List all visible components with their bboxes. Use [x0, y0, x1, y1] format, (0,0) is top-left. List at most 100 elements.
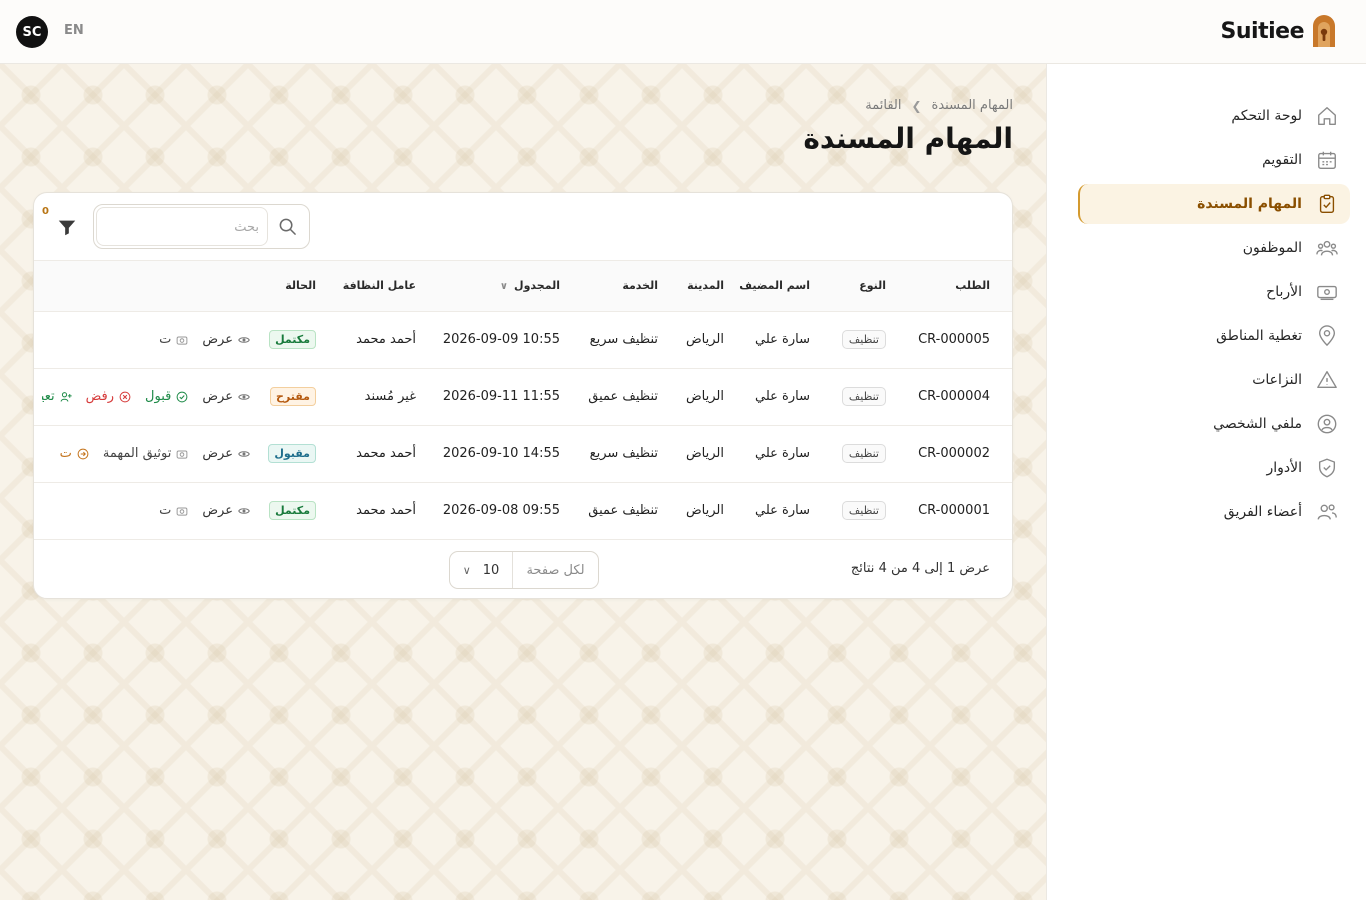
col-cleaner[interactable]: عامل النظافة — [324, 261, 424, 312]
table-header-row: الطلب النوع اسم المضيف المدينة الخدمة ال… — [34, 261, 1012, 312]
sidebar-item-label: النزاعات — [1252, 372, 1302, 388]
cleaner-unassigned: غير مُسند — [324, 368, 424, 426]
next-step-button[interactable]: ت — [60, 446, 89, 461]
row-actions: عرض توثيق المهمة ت — [42, 446, 250, 461]
search-field-frame — [96, 207, 268, 246]
eye-icon — [238, 393, 250, 400]
filter-icon[interactable] — [56, 215, 78, 239]
guest-name: سارة علي — [732, 311, 818, 369]
scheduled-datetime: 2026-09-09 10:55 — [442, 332, 560, 347]
sidebar-item-label: الموظفون — [1242, 240, 1302, 256]
document-task-button[interactable]: توثيق المهمة — [103, 446, 188, 461]
request-id[interactable]: CR-000004 — [918, 389, 990, 404]
per-page-control: لكل صفحة 10 ∨ — [449, 551, 599, 589]
table-row: CR-000001 تنظيف سارة علي الرياض تنظيف عم… — [34, 482, 1012, 540]
col-service[interactable]: الخدمة — [568, 261, 666, 312]
shield-check-icon — [1318, 458, 1336, 478]
team-icon — [1317, 504, 1337, 520]
home-icon — [1318, 107, 1336, 125]
col-type[interactable]: النوع — [818, 261, 894, 312]
sidebar-item-dashboard[interactable]: لوحة التحكم — [1078, 96, 1350, 136]
sort-desc-icon[interactable]: ∨ — [500, 281, 508, 292]
request-id[interactable]: CR-000005 — [918, 332, 990, 347]
eye-icon — [238, 507, 250, 514]
eye-icon — [238, 336, 250, 343]
user-circle-icon — [1317, 414, 1337, 434]
request-id[interactable]: CR-000002 — [918, 446, 990, 461]
city: الرياض — [666, 482, 732, 540]
sidebar-item-roles[interactable]: الأدوار — [1078, 448, 1350, 488]
col-scheduled[interactable]: المجدول ∨ — [424, 261, 568, 312]
document-task-label: توثيق المهمة — [102, 446, 172, 461]
type-chip: تنظيف — [841, 387, 886, 406]
sidebar-item-calendar[interactable]: التقويم — [1078, 140, 1350, 180]
search-icon[interactable] — [278, 217, 297, 236]
extra-action-label: ت — [59, 446, 72, 461]
page-title: المهام المسندة — [803, 122, 1013, 155]
view-button[interactable]: عرض — [202, 446, 250, 461]
banknote-icon — [1317, 285, 1337, 301]
guest-name: سارة علي — [732, 425, 818, 483]
accept-button[interactable]: قبول — [145, 389, 188, 404]
reject-button[interactable]: رفض — [86, 389, 131, 404]
extra-action-label: ت — [159, 503, 172, 518]
x-circle-icon — [119, 391, 131, 402]
cleaner-name: أحمد محمد — [324, 482, 424, 540]
search-box — [93, 204, 310, 249]
status-badge: مكتمل — [269, 501, 316, 520]
view-button[interactable]: عرض — [202, 332, 250, 347]
cleaner-name: أحمد محمد — [324, 425, 424, 483]
guest-name: سارة علي — [732, 482, 818, 540]
sidebar: لوحة التحكم التقويم المهام المسندة الموظ… — [1048, 64, 1366, 900]
sidebar-item-employees[interactable]: الموظفون — [1078, 228, 1350, 268]
table-row: CR-000005 تنظيف سارة علي الرياض تنظيف سر… — [34, 311, 1012, 369]
per-page-select[interactable]: 10 ∨ — [450, 552, 512, 588]
map-pin-icon — [1318, 325, 1336, 347]
col-request[interactable]: الطلب — [894, 261, 1012, 312]
scheduled-datetime: 2026-09-08 09:55 — [442, 503, 560, 518]
language-switch[interactable]: EN — [64, 23, 84, 38]
sidebar-item-team-members[interactable]: أعضاء الفريق — [1078, 492, 1350, 532]
col-status[interactable]: الحالة — [258, 261, 324, 312]
sidebar-item-earnings[interactable]: الأرباح — [1078, 272, 1350, 312]
col-guest-name[interactable]: اسم المضيف — [732, 261, 818, 312]
view-button[interactable]: عرض — [202, 389, 250, 404]
brand-name: Suitiee — [1220, 18, 1305, 44]
col-city[interactable]: المدينة — [666, 261, 732, 312]
sidebar-item-area-coverage[interactable]: تغطية المناطق — [1078, 316, 1350, 356]
table-toolbar: 0 — [34, 193, 1012, 261]
request-id[interactable]: CR-000001 — [918, 503, 990, 518]
city: الرياض — [666, 311, 732, 369]
city: الرياض — [666, 425, 732, 483]
view-button[interactable]: عرض — [202, 503, 250, 518]
per-page-label: لكل صفحة — [512, 552, 598, 588]
sidebar-item-label: التقويم — [1262, 152, 1302, 168]
scheduled-datetime: 2026-09-11 11:55 — [442, 389, 560, 404]
sidebar-item-disputes[interactable]: النزاعات — [1078, 360, 1350, 400]
user-avatar[interactable]: SC — [16, 16, 48, 48]
assign-button[interactable]: تعيين — [42, 389, 72, 404]
sidebar-item-label: المهام المسندة — [1197, 196, 1302, 212]
sidebar-item-label: لوحة التحكم — [1231, 108, 1302, 124]
search-input[interactable] — [103, 214, 259, 240]
camera-icon — [176, 507, 188, 516]
status-badge: مكتمل — [269, 330, 316, 349]
status-badge: مقترح — [270, 387, 316, 406]
user-plus-icon — [60, 391, 72, 402]
breadcrumb-parent[interactable]: المهام المسندة — [932, 98, 1013, 113]
chevron-left-icon: ❯ — [911, 98, 922, 113]
service: تنظيف عميق — [568, 482, 666, 540]
cleaner-name: أحمد محمد — [324, 311, 424, 369]
document-button[interactable]: ت — [159, 332, 188, 347]
alert-triangle-icon — [1317, 371, 1337, 389]
sidebar-item-label: الأرباح — [1266, 284, 1302, 300]
view-label: عرض — [202, 389, 233, 404]
sidebar-item-assigned-tasks[interactable]: المهام المسندة — [1078, 184, 1350, 224]
sidebar-item-my-profile[interactable]: ملفي الشخصي — [1078, 404, 1350, 444]
brand[interactable]: Suitiee — [1221, 14, 1338, 48]
document-button[interactable]: ت — [159, 503, 188, 518]
camera-icon — [176, 336, 188, 345]
type-chip: تنظيف — [841, 444, 886, 463]
brand-logo-icon — [1313, 15, 1335, 47]
col-scheduled-label: المجدول — [514, 279, 560, 293]
